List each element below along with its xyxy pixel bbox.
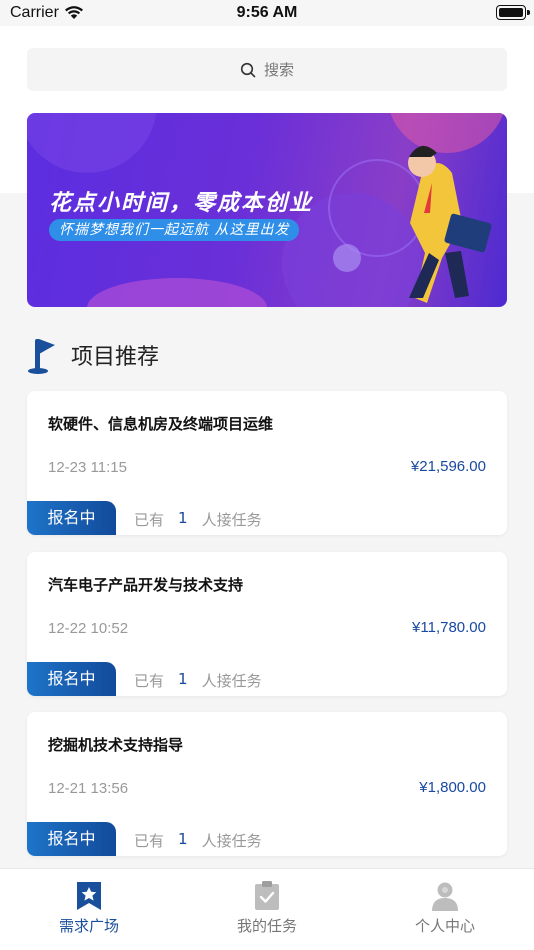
takers-count: 1 [178,509,188,527]
project-title: 挖掘机技术支持指导 [48,736,184,754]
search-placeholder: 搜索 [263,61,294,79]
takers-info: 已有 1 人接任务 [134,670,262,691]
banner-subline: 怀揣梦想我们一起远航 从这里出发 [49,219,300,241]
project-card[interactable]: 挖掘机技术支持指导 12-21 13:56 ¥1,800.00 报名中 已有 1… [27,712,507,856]
star-bookmark-icon [77,882,101,910]
clock: 9:56 AM [236,4,298,21]
takers-prefix: 已有 [134,511,165,529]
takers-count: 1 [178,670,188,688]
takers-prefix: 已有 [134,832,165,850]
project-card[interactable]: 汽车电子产品开发与技术支持 12-22 10:52 ¥11,780.00 报名中… [27,552,507,696]
section-header: 项目推荐 [27,336,159,374]
section-title: 项目推荐 [71,345,160,370]
takers-suffix: 人接任务 [201,832,262,850]
takers-info: 已有 1 人接任务 [134,509,262,530]
status-badge: 报名中 [27,822,116,856]
takers-suffix: 人接任务 [201,672,262,690]
project-date: 12-23 11:15 [48,459,127,476]
banner-headline: 花点小时间，零成本创业 [49,190,314,216]
status-badge: 报名中 [27,662,116,696]
takers-count: 1 [178,830,188,848]
project-date: 12-22 10:52 [48,620,129,637]
project-price: ¥11,780.00 [412,619,486,636]
clipboard-check-icon [255,881,279,910]
search-input[interactable]: 搜索 [27,48,507,91]
promo-banner[interactable]: 花点小时间，零成本创业 怀揣梦想我们一起远航 从这里出发 [27,113,507,307]
takers-suffix: 人接任务 [201,511,262,529]
tab-label: 我的任务 [236,917,297,935]
tab-bar: 需求广场 我的任务 个人中心 [0,868,534,950]
tab-my-tasks[interactable]: 我的任务 [178,869,356,950]
tab-label: 个人中心 [414,917,475,935]
status-badge: 报名中 [27,501,116,535]
project-price: ¥21,596.00 [410,458,486,475]
project-title: 汽车电子产品开发与技术支持 [48,576,244,594]
project-date: 12-21 13:56 [48,780,129,797]
tab-label: 需求广场 [58,917,119,935]
project-title: 软硬件、信息机房及终端项目运维 [48,415,274,433]
user-icon [432,882,458,911]
battery-icon [496,5,530,20]
tab-profile[interactable]: 个人中心 [356,869,534,950]
takers-prefix: 已有 [134,672,165,690]
status-bar: Carrier 9:56 AM [0,0,534,26]
search-icon [240,62,256,77]
tab-demand-square[interactable]: 需求广场 [0,869,178,950]
project-card[interactable]: 软硬件、信息机房及终端项目运维 12-23 11:15 ¥21,596.00 报… [27,391,507,535]
flag-icon [28,339,55,374]
project-price: ¥1,800.00 [419,779,486,796]
takers-info: 已有 1 人接任务 [134,830,262,851]
